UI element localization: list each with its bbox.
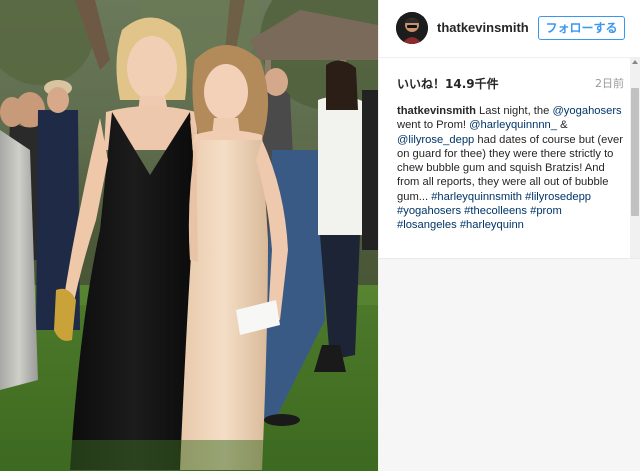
profile-avatar[interactable] xyxy=(396,12,428,44)
hashtag-link[interactable]: #losangeles xyxy=(397,219,457,231)
post-caption: thatkevinsmith Last night, the @yogahose… xyxy=(397,104,623,233)
hashtag-link[interactable]: #yogahosers xyxy=(397,205,461,217)
scroll-up-arrow-icon[interactable] xyxy=(632,60,638,64)
caption-text: went to Prom! xyxy=(397,119,470,132)
post-header: thatkevinsmith フォローする xyxy=(379,0,640,58)
follow-button[interactable]: フォローする xyxy=(538,16,625,40)
caption-text: & xyxy=(557,119,568,132)
hashtag-link[interactable]: #harleyquinn xyxy=(460,219,524,231)
post-photo-image xyxy=(0,0,378,471)
post-meta: いいね！14.9千件 2日前 xyxy=(379,58,640,98)
hashtag-link[interactable]: #harleyquinnsmith xyxy=(431,191,522,203)
post-photo[interactable] xyxy=(0,0,378,471)
caption-username[interactable]: thatkevinsmith xyxy=(397,105,476,117)
profile-avatar-image xyxy=(396,12,428,44)
comments-area[interactable]: thatkevinsmith Last night, the @yogahose… xyxy=(379,98,631,258)
post-side-panel: thatkevinsmith フォローする いいね！14.9千件 2日前 tha… xyxy=(378,0,640,471)
caption-text: Last night, the xyxy=(475,105,553,117)
hashtag-link[interactable]: #prom xyxy=(530,205,562,217)
hashtag-link[interactable]: #thecolleens xyxy=(464,205,527,217)
mention-link[interactable]: @yogahosers xyxy=(552,105,621,117)
post-username[interactable]: thatkevinsmith xyxy=(437,20,529,35)
mention-link[interactable]: @lilyrose_depp xyxy=(397,134,474,146)
scroll-thumb[interactable] xyxy=(631,88,639,216)
post-footer-area xyxy=(379,258,640,471)
likes-count[interactable]: いいね！14.9千件 xyxy=(397,75,499,92)
mention-link[interactable]: @harleyquinnnn_ xyxy=(469,119,557,131)
comments-scrollbar[interactable] xyxy=(630,58,640,258)
hashtag-link[interactable]: #lilyrosedepp xyxy=(525,191,591,203)
post-timestamp[interactable]: 2日前 xyxy=(595,75,624,91)
